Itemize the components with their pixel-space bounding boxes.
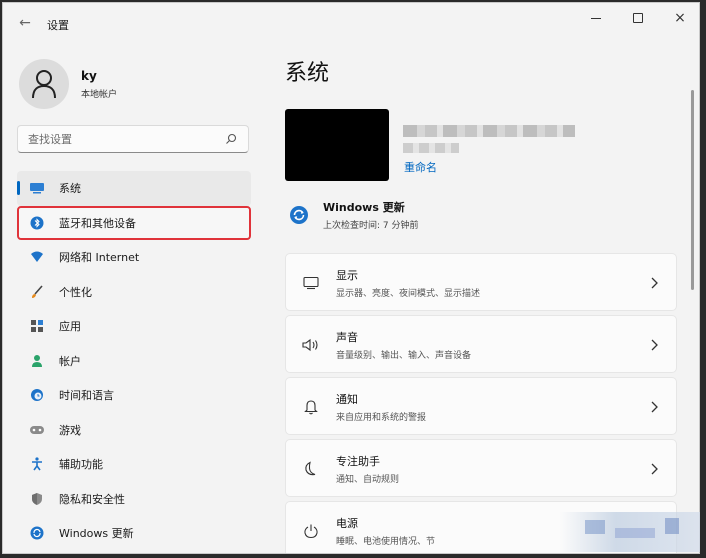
row-description: 来自应用和系统的警报: [336, 413, 427, 423]
watermark-mark: [665, 518, 679, 534]
user-name: ky: [81, 69, 97, 83]
clock-globe-icon: [29, 387, 45, 403]
watermark-mark: [585, 520, 605, 534]
nav-list: 系统 蓝牙和其他设备 网络和 Internet 个性化 应用 帐户 时间和语言 …: [17, 171, 251, 551]
power-icon: [302, 522, 320, 540]
sidebar-item-label: 时间和语言: [59, 389, 114, 403]
title-bar: ← 设置 ×: [3, 3, 699, 43]
scrollbar[interactable]: [691, 90, 694, 290]
sidebar: ky 本地帐户 系统 蓝牙和其他: [3, 43, 265, 553]
apps-icon: [29, 318, 45, 334]
sidebar-item-personalization[interactable]: 个性化: [17, 275, 251, 310]
chevron-right-icon: [648, 336, 660, 354]
account-type: 本地帐户: [81, 90, 118, 100]
sidebar-item-label: 帐户: [59, 354, 81, 368]
search-icon[interactable]: [224, 132, 238, 146]
row-title: 专注助手: [336, 455, 380, 468]
wifi-icon: [29, 249, 45, 265]
sidebar-item-time-language[interactable]: 时间和语言: [17, 378, 251, 413]
update-title: Windows 更新: [323, 201, 405, 214]
bluetooth-icon: [29, 215, 45, 231]
row-description: 通知、自动规则: [336, 475, 400, 485]
row-description: 音量级别、输出、输入、声音设备: [336, 351, 472, 361]
update-last-checked: 上次检查时间: 7 分钟前: [323, 221, 419, 231]
chevron-right-icon: [648, 274, 660, 292]
rename-link[interactable]: 重命名: [404, 159, 437, 175]
accessibility-icon: [29, 456, 45, 472]
back-arrow-icon: ←: [19, 15, 31, 31]
settings-list: 显示 显示器、亮度、夜间模式、显示描述 声音 音量级别、输出、输入、声音设备 通…: [285, 253, 677, 553]
page-title: 系统: [285, 61, 330, 86]
chevron-right-icon: [648, 398, 660, 416]
sidebar-item-label: Windows 更新: [59, 527, 134, 541]
settings-window: ← 设置 × ky 本地帐户 查找设置 系统 蓝牙和其他设备 网络和 Inter…: [2, 2, 700, 554]
device-image: [285, 109, 389, 181]
system-icon: [29, 180, 45, 196]
chevron-right-icon: [648, 460, 660, 478]
close-icon: ×: [674, 10, 686, 26]
sidebar-item-label: 个性化: [59, 285, 92, 299]
sidebar-item-accessibility[interactable]: 辅助功能: [17, 447, 251, 482]
row-title: 显示: [336, 269, 358, 282]
sidebar-item-label: 网络和 Internet: [59, 251, 140, 265]
sidebar-item-network[interactable]: 网络和 Internet: [17, 240, 251, 275]
sidebar-item-label: 游戏: [59, 423, 81, 437]
sidebar-item-label: 隐私和安全性: [59, 492, 125, 506]
brush-icon: [29, 284, 45, 300]
settings-row-notifications[interactable]: 通知 来自应用和系统的警报: [285, 377, 677, 435]
row-title: 声音: [336, 331, 358, 344]
sidebar-item-accounts[interactable]: 帐户: [17, 344, 251, 379]
row-title: 电源: [336, 517, 358, 530]
device-card: 重命名: [285, 109, 685, 184]
search-box[interactable]: [17, 125, 249, 153]
account-icon: [29, 353, 45, 369]
monitor-icon: [302, 274, 320, 292]
user-profile[interactable]: ky 本地帐户: [19, 59, 249, 109]
settings-row-focus-assist[interactable]: 专注助手 通知、自动规则: [285, 439, 677, 497]
minimize-icon: [591, 17, 601, 19]
sidebar-item-gaming[interactable]: 游戏: [17, 413, 251, 448]
windows-update-icon: [29, 525, 45, 541]
device-name-redacted: [403, 125, 575, 137]
settings-row-display[interactable]: 显示 显示器、亮度、夜间模式、显示描述: [285, 253, 677, 311]
row-description: 显示器、亮度、夜间模式、显示描述: [336, 289, 481, 299]
main-content: 系统 重命名 Windows 更新 上次检查时间: 7 分钟前 显示 显示器、亮…: [267, 43, 699, 553]
back-button[interactable]: ←: [13, 11, 37, 35]
watermark-mark: [615, 528, 655, 538]
maximize-button[interactable]: [617, 3, 659, 33]
sidebar-item-system[interactable]: 系统: [17, 171, 251, 206]
user-icon: [32, 70, 56, 99]
windows-update-status[interactable]: Windows 更新 上次检查时间: 7 分钟前: [289, 197, 669, 233]
sidebar-item-apps[interactable]: 应用: [17, 309, 251, 344]
window-title: 设置: [47, 19, 69, 32]
gamepad-icon: [29, 422, 45, 438]
bell-icon: [302, 398, 320, 416]
sidebar-item-label: 系统: [59, 182, 81, 196]
device-model-redacted: [403, 143, 459, 153]
close-button[interactable]: ×: [659, 3, 699, 33]
row-title: 通知: [336, 393, 358, 406]
sidebar-item-label: 蓝牙和其他设备: [59, 216, 136, 230]
sidebar-item-bluetooth[interactable]: 蓝牙和其他设备: [17, 205, 251, 240]
avatar: [19, 59, 69, 109]
sidebar-item-privacy[interactable]: 隐私和安全性: [17, 482, 251, 517]
sidebar-item-windows-update[interactable]: Windows 更新: [17, 516, 251, 551]
maximize-icon: [633, 13, 643, 23]
speaker-icon: [302, 336, 320, 354]
row-description: 睡眠、电池使用情况、节: [336, 537, 436, 547]
moon-icon: [302, 460, 320, 478]
shield-icon: [29, 491, 45, 507]
windows-update-icon: [290, 206, 308, 224]
sidebar-item-label: 辅助功能: [59, 458, 103, 472]
search-input[interactable]: [28, 132, 224, 146]
settings-row-sound[interactable]: 声音 音量级别、输出、输入、声音设备: [285, 315, 677, 373]
minimize-button[interactable]: [575, 3, 617, 33]
sidebar-item-label: 应用: [59, 320, 81, 334]
